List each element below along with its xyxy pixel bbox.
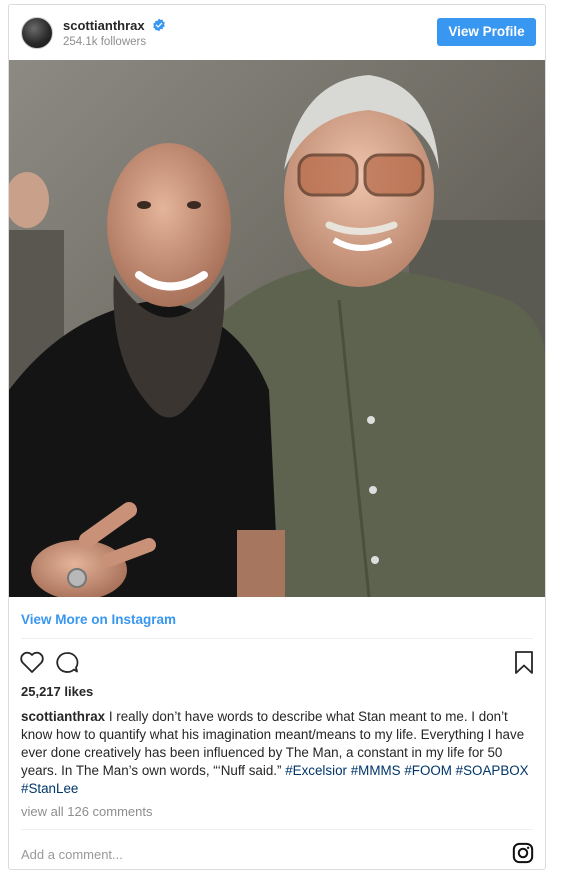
add-comment-input[interactable]: Add a comment... [21,847,123,862]
divider [21,829,533,830]
username[interactable]: scottianthrax [63,18,145,33]
view-profile-button[interactable]: View Profile [437,18,536,46]
view-more-link[interactable]: View More on Instagram [21,612,176,627]
post-photo[interactable] [9,60,545,597]
hashtag[interactable]: #Excelsior [285,763,347,778]
bookmark-icon[interactable] [514,650,534,675]
follower-count: 254.1k followers [63,36,147,48]
instagram-embed-card: scottianthrax 254.1k followers View Prof… [8,4,546,870]
hashtag[interactable]: #MMMS [351,763,401,778]
hashtag[interactable]: #StanLee [21,781,78,796]
hashtag[interactable]: #SOAPBOX [456,763,529,778]
view-all-comments-link[interactable]: view all 126 comments [21,804,153,819]
heart-icon[interactable] [19,650,45,674]
comment-icon[interactable] [54,650,80,674]
action-bar [9,647,545,679]
avatar[interactable] [21,17,53,49]
post-caption: scottianthrax I really don’t have words … [21,708,535,798]
verified-badge-icon [153,18,165,32]
like-count[interactable]: 25,217 likes [21,684,93,699]
caption-username[interactable]: scottianthrax [21,709,105,724]
instagram-logo-icon[interactable] [512,842,534,864]
hashtag[interactable]: #FOOM [404,763,452,778]
post-header: scottianthrax 254.1k followers View Prof… [9,5,545,61]
divider [21,638,533,639]
post-photo-image [9,60,545,597]
